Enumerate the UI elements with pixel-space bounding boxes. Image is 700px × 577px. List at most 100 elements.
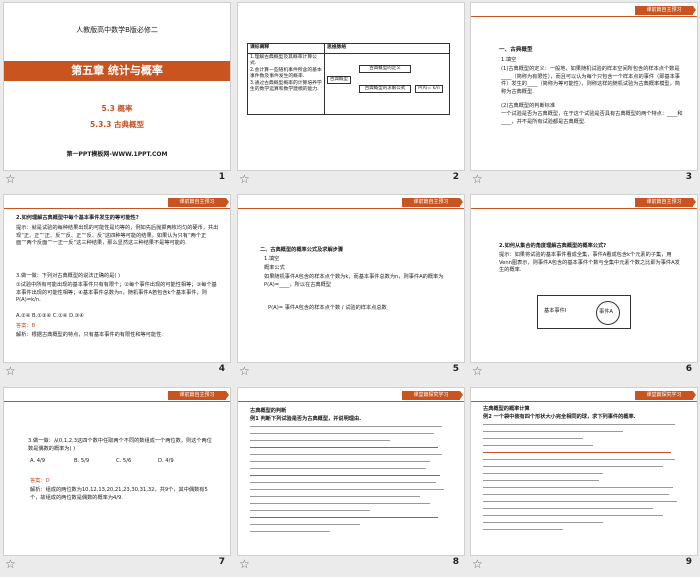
example-text: 例2 一个袋中装有四个形状大小完全相同的球，求下列事件的概率.: [483, 414, 636, 420]
slide-number: 3: [685, 172, 692, 182]
slide-number: 4: [218, 364, 225, 374]
star-icon[interactable]: ☆: [5, 557, 19, 571]
section-title: 5.3 概率: [101, 104, 133, 113]
items-text: ①试验中所有可能出现的基本事件只有有限个；②每个事件出现的可能性相等；③每个基本…: [16, 282, 217, 303]
heading: 二、古典概型的概率公式及求解步骤: [260, 247, 344, 253]
goal-item: 2.会计算一些随机事件所含的基本事件数及事件发生的概率.: [250, 67, 322, 80]
slide-thumbnail[interactable]: 课前篇自主预习 二、古典概型的概率公式及求解步骤 1.填空 概率公式 如果随机事…: [234, 192, 467, 384]
item-label: 1.填空: [264, 256, 280, 262]
star-icon[interactable]: ☆: [239, 364, 253, 378]
slide-thumbnail[interactable]: 课前篇自主预习 2.如何从集合的角度理解古典概型的概率公式? 提示：如果将试验的…: [467, 192, 700, 384]
formula: P(A)= 事件A包含的样本点个数 / 试验的样本点总数: [268, 305, 387, 311]
mind-formula: P(A)= k/n: [415, 84, 443, 93]
slide-thumbnail[interactable]: 课堂篇探究学习 古典概型的概率计算 例2 一个袋中装有四个形状大小完全相同的球，…: [467, 385, 700, 577]
star-icon[interactable]: ☆: [472, 557, 486, 571]
venn-outer-label: 基本事件I: [544, 308, 567, 314]
section-tag: 课前篇自主预习: [635, 198, 696, 207]
slide-canvas: 课前篇自主预习 一、古典概型 1.填空 (1)古典概型的定义：一般地，如果随机试…: [470, 2, 698, 171]
body-text-lines: [483, 424, 683, 536]
slide-canvas: 课前篇自主预习 2.如何理解古典概型中每个基本事件发生的等可能性? 提示：就是试…: [3, 194, 231, 363]
question: 2.如何理解古典概型中每个基本事件发生的等可能性?: [16, 215, 139, 221]
chapter-title: 第五章 统计与概率: [71, 64, 163, 77]
star-icon[interactable]: ☆: [5, 364, 19, 378]
body-text: 一个试验是否为古典概型，在于这个试验是否具有古典概型的两个特点：____和___…: [501, 111, 683, 125]
slide-footer: ☆ 5: [237, 364, 463, 380]
star-icon[interactable]: ☆: [5, 172, 19, 186]
analysis-text: 解析：组成的两位数为10,12,13,20,21,23,30,31,32，共9个…: [30, 487, 208, 501]
option-c: C. 5/6: [116, 458, 132, 464]
slide-footer: ☆ 2: [237, 172, 463, 188]
slide-thumbnail[interactable]: 课堂篇探究学习 古典概型的判断 例1 判断下列试验是否为古典概型，并说明理由. …: [234, 385, 467, 577]
body-text: 如果随机事件A包含的样本点个数为k，而基本事件总数为n，则事件A的概率为P(A)…: [264, 274, 444, 288]
section-tag: 课堂篇探究学习: [635, 391, 696, 400]
slide-grid: 人教版高中数学B版必修二 第五章 统计与概率 5.3 概率 5.3.3 古典概型…: [0, 0, 700, 577]
slide-footer: ☆ 1: [3, 172, 229, 188]
body-text-lines: [250, 426, 450, 538]
slide-number: 7: [218, 557, 225, 567]
slide-footer: ☆ 8: [237, 557, 463, 573]
question: 3.做一做：从0,1,2,3这四个数中任取两个不同的数组成一个两位数，则这个两位…: [28, 438, 212, 452]
slide-footer-text: 第一PPT模板网-WWW.1PPT.COM: [66, 151, 168, 158]
section-tag: 课前篇自主预习: [168, 198, 229, 207]
slide-number: 6: [685, 364, 692, 374]
slide-thumbnail[interactable]: 课前篇自主预习 一、古典概型 1.填空 (1)古典概型的定义：一般地，如果随机试…: [467, 0, 700, 192]
table-header: 课标阐释: [247, 43, 325, 54]
slide-number: 9: [685, 557, 692, 567]
slide-number: 8: [452, 557, 459, 567]
slide-canvas: 课前篇自主预习 2.如何从集合的角度理解古典概型的概率公式? 提示：如果将试验的…: [470, 194, 698, 363]
mind-root: 古典概型: [327, 75, 351, 84]
book-title: 人教版高中数学B版必修二: [76, 26, 158, 34]
section-tag: 课前篇自主预习: [168, 391, 229, 400]
slide-canvas: 课堂篇探究学习 古典概型的概率计算 例2 一个袋中装有四个形状大小完全相同的球，…: [470, 387, 698, 556]
body-text: (2)古典概型的判断标准: [501, 103, 556, 109]
goals-table: 课标阐释 思维脉络 1.理解古典概型及其概率计算公式. 2.会计算一些随机事件所…: [247, 43, 450, 115]
section-tag: 课前篇自主预习: [635, 6, 696, 15]
star-icon[interactable]: ☆: [472, 172, 486, 186]
slide-footer: ☆ 6: [470, 364, 696, 380]
table-header: 思维脉络: [324, 43, 450, 54]
subsection-title: 5.3.3 古典概型: [90, 120, 144, 129]
slide-thumbnail[interactable]: 课前篇自主预习 3.做一做：从0,1,2,3这四个数中任取两个不同的数组成一个两…: [0, 385, 233, 577]
options-text: A.②④ B.①③④ C.①④ D.③④: [16, 313, 85, 319]
slide-thumbnail[interactable]: 课前篇自主预习 2.如何理解古典概型中每个基本事件发生的等可能性? 提示：就是试…: [0, 192, 233, 384]
slide-thumbnail[interactable]: 课标阐释 思维脉络 1.理解古典概型及其概率计算公式. 2.会计算一些随机事件所…: [234, 0, 467, 192]
venn-inner-label: 事件A: [599, 309, 613, 315]
slide-canvas: 课堂篇探究学习 古典概型的判断 例1 判断下列试验是否为古典概型，并说明理由.: [237, 387, 465, 556]
slide-number: 2: [452, 172, 459, 182]
slide-footer: ☆ 4: [3, 364, 229, 380]
goal-item: 1.理解古典概型及其概率计算公式.: [250, 54, 317, 67]
goal-item: 3.通过古典概型概率的计算培养学生的数学运算和数学建模的能力.: [250, 80, 322, 93]
option-b: B. 5/9: [74, 458, 90, 464]
venn-outer: 基本事件I 事件A: [537, 295, 631, 329]
tip-text: 提示：如果将试验的基本事件看成全集，事件A看成包含k个元素的子集，用Venn图表…: [499, 252, 680, 273]
slide-canvas: 人教版高中数学B版必修二 第五章 统计与概率 5.3 概率 5.3.3 古典概型…: [3, 2, 231, 171]
mind-node: 古典概型的定义: [359, 64, 411, 73]
star-icon[interactable]: ☆: [239, 172, 253, 186]
slide-canvas: 课前篇自主预习 二、古典概型的概率公式及求解步骤 1.填空 概率公式 如果随机事…: [237, 194, 465, 363]
slide-thumbnail[interactable]: 人教版高中数学B版必修二 第五章 统计与概率 5.3 概率 5.3.3 古典概型…: [0, 0, 233, 192]
slide-number: 1: [218, 172, 225, 182]
slide-footer: ☆ 9: [470, 557, 696, 573]
body-text: 概率公式: [264, 265, 285, 271]
heading: 一、古典概型: [499, 47, 533, 53]
slide-canvas: 课前篇自主预习 3.做一做：从0,1,2,3这四个数中任取两个不同的数组成一个两…: [3, 387, 231, 556]
slide-number: 5: [452, 364, 459, 374]
slide-footer: ☆ 7: [3, 557, 229, 573]
answer-text: 答案：D: [30, 478, 50, 484]
tip-text: 提示：就是试验的每种结果出现的可能性是均等的，例如先后抛掷两枚均匀的硬币，共出现…: [16, 225, 219, 246]
question: 3.做一做：下列对古典概型的说法正确的是( ): [16, 273, 121, 279]
slide-footer: ☆ 3: [470, 172, 696, 188]
heading: 古典概型的判断: [250, 408, 287, 414]
star-icon[interactable]: ☆: [472, 364, 486, 378]
venn-circle: 事件A: [596, 301, 620, 325]
slide-canvas: 课标阐释 思维脉络 1.理解古典概型及其概率计算公式. 2.会计算一些随机事件所…: [237, 2, 465, 171]
example-text: 例1 判断下列试验是否为古典概型，并说明理由.: [250, 416, 362, 422]
item-label: 1.填空: [501, 57, 517, 63]
mind-node: 古典概型的求解公式: [359, 84, 411, 93]
section-tag: 课堂篇探究学习: [402, 391, 463, 400]
section-tag: 课前篇自主预习: [402, 198, 463, 207]
analysis-text: 解析：根据古典概型的特点，只有基本事件的有限性和等可能性.: [16, 332, 163, 338]
star-icon[interactable]: ☆: [239, 557, 253, 571]
option-a: A. 4/9: [30, 458, 46, 464]
heading: 古典概型的概率计算: [483, 406, 530, 412]
